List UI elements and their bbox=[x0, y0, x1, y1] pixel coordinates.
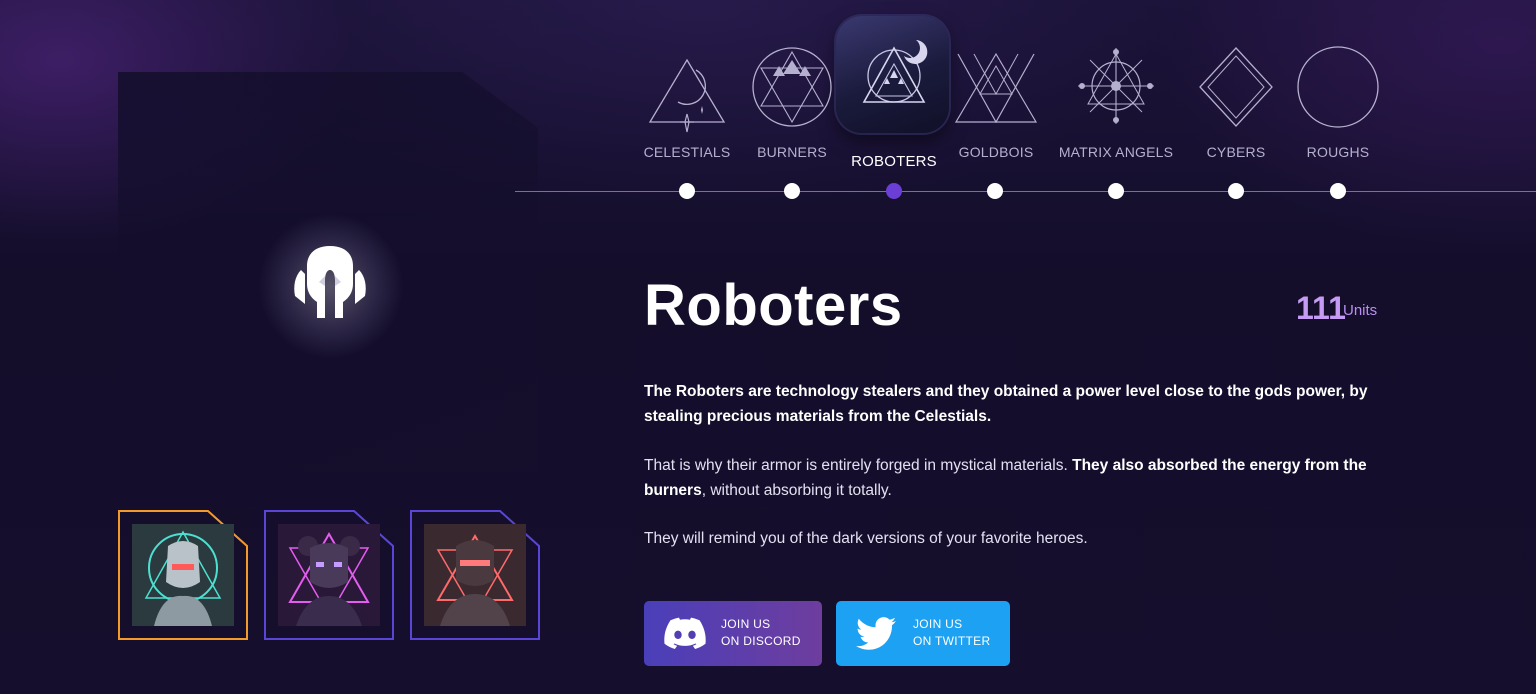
character-thumbnail-3[interactable] bbox=[410, 510, 540, 640]
faction-description-2: That is why their armor is entirely forg… bbox=[644, 454, 1374, 503]
discord-label-line1: JOIN US bbox=[721, 617, 771, 631]
twitter-label-line2: ON TWITTER bbox=[913, 634, 991, 648]
roughs-icon bbox=[1297, 46, 1379, 128]
discord-label-line2: ON DISCORD bbox=[721, 634, 801, 648]
join-discord-button[interactable]: JOIN US ON DISCORD bbox=[644, 601, 822, 666]
twitter-icon bbox=[856, 617, 896, 650]
tab-goldbois[interactable]: GOLDBOIS bbox=[931, 0, 1061, 200]
character-thumbnail-1[interactable] bbox=[118, 510, 248, 640]
celestials-icon bbox=[648, 58, 726, 133]
matrix-angels-icon bbox=[1078, 48, 1154, 124]
faction-description-3: They will remind you of the dark version… bbox=[644, 530, 1088, 547]
timeline-dot-matrix-angels[interactable] bbox=[1108, 183, 1124, 199]
timeline-dot-roboters-active[interactable] bbox=[886, 183, 902, 199]
join-twitter-button[interactable]: JOIN US ON TWITTER bbox=[836, 601, 1010, 666]
burners-icon bbox=[752, 47, 832, 127]
faction-title: Roboters bbox=[644, 273, 903, 338]
tab-label: GOLDBOIS bbox=[958, 144, 1034, 160]
character-portrait-1 bbox=[132, 524, 234, 626]
character-portrait-3 bbox=[424, 524, 526, 626]
tab-label: ROUGHS bbox=[1306, 144, 1370, 160]
tab-roughs[interactable]: ROUGHS bbox=[1273, 0, 1403, 200]
timeline-dot-burners[interactable] bbox=[784, 183, 800, 199]
desc-2-text-a: That is why their armor is entirely forg… bbox=[644, 457, 1073, 474]
desc-2-text-b: , without absorbing it totally. bbox=[701, 481, 892, 499]
twitter-label-line1: JOIN US bbox=[913, 617, 963, 631]
tab-label: MATRIX ANGELS bbox=[1058, 144, 1174, 160]
roboters-emblem-icon bbox=[294, 246, 366, 318]
character-portrait-2 bbox=[278, 524, 380, 626]
units-label: Units bbox=[1343, 302, 1378, 319]
roboters-icon bbox=[862, 40, 928, 103]
cybers-icon bbox=[1199, 47, 1273, 127]
tab-matrix-angels[interactable]: MATRIX ANGELS bbox=[1051, 0, 1181, 200]
timeline-dot-cybers[interactable] bbox=[1228, 183, 1244, 199]
timeline-dot-goldbois[interactable] bbox=[987, 183, 1003, 199]
timeline-dot-roughs[interactable] bbox=[1330, 183, 1346, 199]
units-count: 111 bbox=[1296, 290, 1346, 326]
twitter-button-label: JOIN US ON TWITTER bbox=[913, 616, 990, 650]
goldbois-icon bbox=[954, 52, 1038, 124]
discord-button-label: JOIN US ON DISCORD bbox=[721, 616, 801, 650]
character-thumbnail-2[interactable] bbox=[264, 510, 394, 640]
discord-icon bbox=[664, 617, 706, 649]
faction-description-1: The Roboters are technology stealers and… bbox=[644, 383, 1368, 425]
timeline-dot-celestials[interactable] bbox=[679, 183, 695, 199]
